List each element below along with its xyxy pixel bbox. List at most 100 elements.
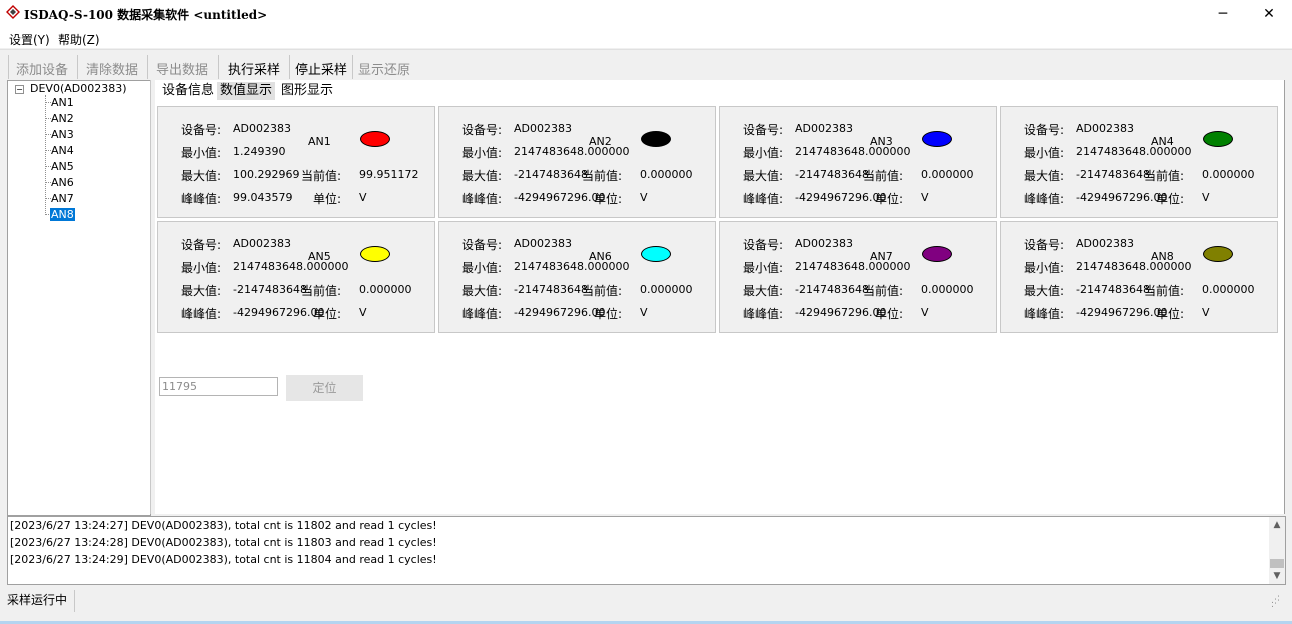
current-value: 0.000000 bbox=[921, 168, 974, 181]
unit-label: 单位: bbox=[594, 192, 623, 206]
min-value: 2147483648.000000 bbox=[1076, 145, 1192, 158]
unit-label: 单位: bbox=[1156, 192, 1185, 206]
tab-device-info[interactable]: 设备信息 bbox=[159, 82, 217, 100]
current-label: 当前值: bbox=[582, 284, 623, 298]
start-sampling-button[interactable]: 执行采样 bbox=[228, 59, 280, 78]
channel-indicator-icon bbox=[641, 131, 671, 147]
clear-data-button[interactable]: 清除数据 bbox=[86, 59, 138, 78]
max-value: -2147483648. bbox=[1076, 283, 1154, 296]
unit-label: 单位: bbox=[313, 192, 342, 206]
stop-sampling-button[interactable]: 停止采样 bbox=[295, 59, 347, 78]
max-value: 100.292969 bbox=[233, 168, 300, 181]
min-label: 最小值: bbox=[1024, 261, 1065, 275]
menu-help[interactable]: 帮助(Z) bbox=[58, 31, 100, 48]
unit-label: 单位: bbox=[1156, 307, 1185, 321]
scroll-up-icon[interactable]: ▲ bbox=[1269, 517, 1285, 533]
close-button[interactable]: ✕ bbox=[1246, 0, 1292, 28]
device-tree: − DEV0(AD002383) AN1 AN2 AN3 AN4 AN5 AN6… bbox=[7, 80, 151, 516]
min-value: 2147483648.000000 bbox=[795, 260, 911, 273]
pp-value: -4294967296.00 bbox=[795, 191, 887, 204]
device-label: 设备号: bbox=[1024, 123, 1065, 137]
max-label: 最大值: bbox=[1024, 284, 1065, 298]
resize-grip-icon[interactable]: ⋰ ⋰ bbox=[1271, 596, 1280, 609]
channel-indicator-icon bbox=[360, 131, 390, 147]
toolbar-separator bbox=[147, 55, 148, 79]
current-value: 0.000000 bbox=[921, 283, 974, 296]
min-value: 2147483648.000000 bbox=[795, 145, 911, 158]
pp-label: 峰峰值: bbox=[1024, 192, 1065, 206]
tab-numeric-display[interactable]: 数值显示 bbox=[217, 82, 276, 100]
tree-item-label: AN5 bbox=[51, 160, 74, 173]
pp-label: 峰峰值: bbox=[462, 192, 503, 206]
device-label: 设备号: bbox=[1024, 238, 1065, 252]
channel-card-an8: 设备号: AD002383 AN8 最小值: 2147483648.000000 最大值:… bbox=[1000, 221, 1278, 333]
max-value: -2147483648. bbox=[1076, 168, 1154, 181]
unit-value: V bbox=[640, 306, 648, 319]
tree-item-label: AN1 bbox=[51, 96, 74, 109]
tree-item-label: AN4 bbox=[51, 144, 74, 157]
locate-button[interactable]: 定位 bbox=[286, 375, 363, 401]
scroll-thumb[interactable] bbox=[1270, 559, 1284, 568]
device-value: AD002383 bbox=[514, 237, 572, 250]
log-panel[interactable]: [2023/6/27 13:24:27] DEV0(AD002383), tot… bbox=[7, 516, 1286, 585]
unit-value: V bbox=[359, 306, 367, 319]
device-label: 设备号: bbox=[462, 238, 503, 252]
min-value: 2147483648.000000 bbox=[233, 260, 349, 273]
channel-card-an2: 设备号: AD002383 AN2 最小值: 2147483648.000000 最大值:… bbox=[438, 106, 716, 218]
toolbar-separator bbox=[8, 55, 9, 79]
minimize-button[interactable]: ─ bbox=[1200, 0, 1246, 28]
device-value: AD002383 bbox=[1076, 237, 1134, 250]
device-value: AD002383 bbox=[233, 122, 291, 135]
tree-item-label: AN7 bbox=[51, 192, 74, 205]
pp-label: 峰峰值: bbox=[181, 307, 222, 321]
log-line: [2023/6/27 13:24:27] DEV0(AD002383), tot… bbox=[10, 519, 437, 532]
tree-root-label: DEV0(AD002383) bbox=[30, 82, 127, 95]
toolbar-separator bbox=[218, 55, 219, 79]
window-title: ISDAQ-S-100 数据采集软件 <untitled> bbox=[24, 8, 268, 22]
pp-value: -4294967296.00 bbox=[233, 306, 325, 319]
device-label: 设备号: bbox=[462, 123, 503, 137]
device-value: AD002383 bbox=[795, 237, 853, 250]
tree-item-label: AN6 bbox=[51, 176, 74, 189]
current-value: 0.000000 bbox=[640, 283, 693, 296]
unit-value: V bbox=[921, 191, 929, 204]
current-value: 0.000000 bbox=[359, 283, 412, 296]
tab-graph-display[interactable]: 图形显示 bbox=[278, 82, 336, 100]
export-data-button[interactable]: 导出数据 bbox=[156, 59, 208, 78]
unit-label: 单位: bbox=[875, 307, 904, 321]
max-label: 最大值: bbox=[462, 284, 503, 298]
channel-indicator-icon bbox=[922, 131, 952, 147]
unit-value: V bbox=[359, 191, 367, 204]
pp-label: 峰峰值: bbox=[181, 192, 222, 206]
pp-label: 峰峰值: bbox=[743, 192, 784, 206]
scroll-down-icon[interactable]: ▼ bbox=[1269, 568, 1285, 584]
pp-value: -4294967296.00 bbox=[1076, 306, 1168, 319]
device-label: 设备号: bbox=[743, 238, 784, 252]
channel-name: AN1 bbox=[308, 135, 331, 148]
max-label: 最大值: bbox=[1024, 169, 1065, 183]
add-device-button[interactable]: 添加设备 bbox=[16, 59, 68, 78]
max-label: 最大值: bbox=[181, 284, 222, 298]
channel-card-an1: 设备号: AD002383 AN1 最小值: 1.249390 最大值: 100.29296… bbox=[157, 106, 435, 218]
toolbar-separator bbox=[289, 55, 290, 79]
min-value: 2147483648.000000 bbox=[514, 145, 630, 158]
tree-item-label: AN2 bbox=[51, 112, 74, 125]
collapse-icon[interactable]: − bbox=[15, 85, 24, 94]
pp-value: 99.043579 bbox=[233, 191, 293, 204]
device-value: AD002383 bbox=[1076, 122, 1134, 135]
pp-value: -4294967296.00 bbox=[1076, 191, 1168, 204]
current-label: 当前值: bbox=[863, 169, 904, 183]
log-scrollbar[interactable]: ▲ ▼ bbox=[1269, 517, 1285, 584]
toolbar-separator bbox=[352, 55, 353, 79]
pp-value: -4294967296.00 bbox=[514, 191, 606, 204]
menu-settings[interactable]: 设置(Y) bbox=[9, 31, 50, 48]
channel-card-an4: 设备号: AD002383 AN4 最小值: 2147483648.000000 最大值:… bbox=[1000, 106, 1278, 218]
channel-card-an5: 设备号: AD002383 AN5 最小值: 2147483648.000000 最大值:… bbox=[157, 221, 435, 333]
tree-item-label: AN3 bbox=[51, 128, 74, 141]
device-label: 设备号: bbox=[181, 123, 222, 137]
current-value: 0.000000 bbox=[1202, 283, 1255, 296]
unit-label: 单位: bbox=[875, 192, 904, 206]
restore-display-button[interactable]: 显示还原 bbox=[358, 59, 410, 78]
locate-input[interactable]: 11795 bbox=[159, 377, 278, 396]
menu-bar: 设置(Y) 帮助(Z) bbox=[0, 28, 1292, 48]
